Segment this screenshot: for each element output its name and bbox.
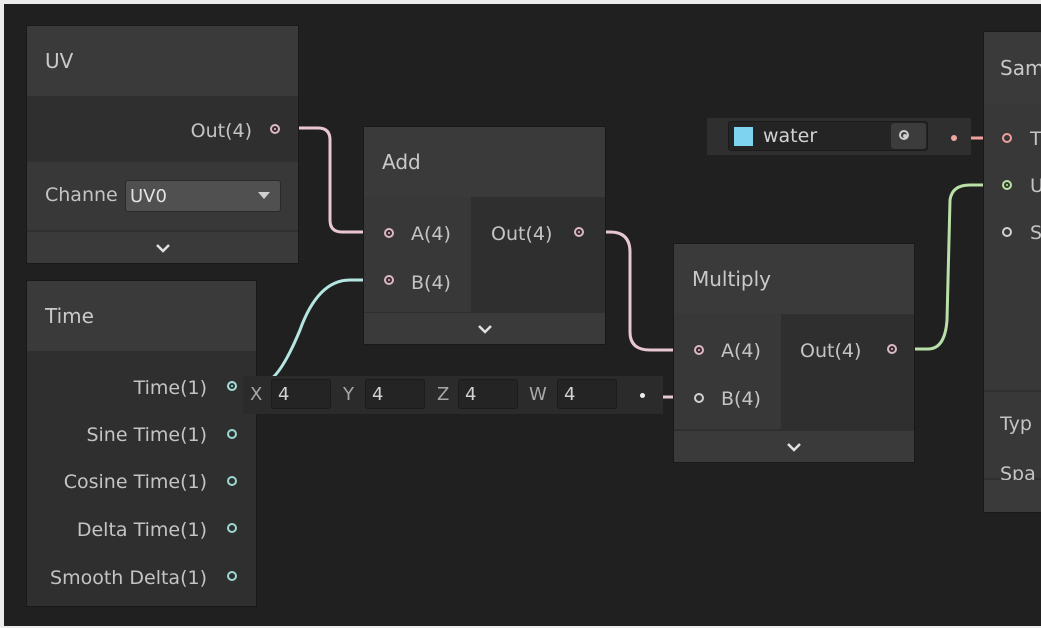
time-node[interactable]: Time Time(1) Sine Time(1) Cosine Time(1)… bbox=[27, 281, 256, 606]
y-axis-label: Y bbox=[343, 384, 354, 405]
multiply-out-label: Out(4) bbox=[800, 340, 862, 362]
x-axis-label: X bbox=[250, 384, 263, 405]
sample-u-port[interactable] bbox=[1002, 180, 1012, 190]
multiply-b-label: B(4) bbox=[721, 388, 761, 410]
x-value-field[interactable]: 4 bbox=[271, 379, 331, 409]
chevron-down-icon bbox=[787, 442, 801, 452]
multiply-a-port[interactable] bbox=[694, 345, 704, 355]
add-node-title: Add bbox=[382, 150, 421, 174]
uv-out-label: Out(4) bbox=[190, 120, 252, 142]
uv-out-port[interactable] bbox=[270, 124, 280, 134]
delta-time-label: Delta Time(1) bbox=[76, 519, 207, 541]
add-node-header[interactable]: Add bbox=[364, 127, 605, 197]
chevron-down-icon bbox=[477, 324, 492, 334]
target-icon[interactable] bbox=[891, 123, 926, 149]
w-value-field[interactable]: 4 bbox=[557, 379, 617, 409]
w-axis-label: W bbox=[529, 384, 547, 405]
add-b-port[interactable] bbox=[384, 275, 394, 285]
uv-channel-dropdown[interactable]: UV0 bbox=[125, 180, 281, 212]
smooth-delta-label: Smooth Delta(1) bbox=[50, 567, 207, 589]
sample-footer bbox=[984, 480, 1041, 512]
z-value: 4 bbox=[465, 383, 477, 405]
add-input-area: A(4) B(4) bbox=[364, 197, 471, 312]
sample-u-label: U bbox=[1030, 175, 1041, 197]
uv-channel-label: Channe bbox=[45, 184, 118, 206]
uv-settings-area: Channe UV0 bbox=[27, 162, 298, 230]
uv-channel-value: UV0 bbox=[130, 185, 167, 207]
vector-field-connector-dot bbox=[640, 393, 645, 398]
sample-t-label: T bbox=[1030, 128, 1041, 150]
time-node-title: Time bbox=[45, 304, 94, 328]
y-value: 4 bbox=[372, 383, 384, 405]
delta-time-port[interactable] bbox=[227, 523, 237, 533]
sine-time-label: Sine Time(1) bbox=[86, 424, 207, 446]
texture-inline-field: water bbox=[707, 118, 971, 155]
chevron-down-icon bbox=[155, 243, 170, 253]
sample-type-label: Typ bbox=[1000, 413, 1032, 435]
sample-texture-node[interactable]: Sam T U S Typ Spa bbox=[984, 32, 1041, 512]
uv-node-title: UV bbox=[45, 49, 74, 73]
sample-s-label: S bbox=[1030, 222, 1041, 244]
multiply-output-area: Out(4) bbox=[783, 314, 914, 429]
texture-connector-dot bbox=[951, 135, 957, 141]
add-output-area: Out(4) bbox=[473, 197, 605, 312]
add-a-port[interactable] bbox=[384, 228, 394, 238]
time-node-header[interactable]: Time bbox=[27, 281, 256, 351]
multiply-a-label: A(4) bbox=[721, 340, 761, 362]
multiply-node-title: Multiply bbox=[692, 267, 771, 291]
caret-down-icon bbox=[258, 192, 270, 199]
time-output-label: Time(1) bbox=[133, 377, 207, 399]
sample-node-title: Sam bbox=[1000, 56, 1041, 80]
multiply-input-area: A(4) B(4) bbox=[674, 314, 781, 429]
multiply-node-header[interactable]: Multiply bbox=[674, 244, 914, 314]
multiply-b-port[interactable] bbox=[694, 393, 704, 403]
sample-node-header[interactable]: Sam bbox=[984, 32, 1041, 104]
smooth-delta-port[interactable] bbox=[227, 571, 237, 581]
cosine-time-label: Cosine Time(1) bbox=[63, 471, 207, 493]
texture-thumbnail-icon bbox=[734, 127, 753, 146]
uv-output-area: Out(4) bbox=[27, 96, 298, 162]
add-out-label: Out(4) bbox=[491, 223, 553, 245]
x-value: 4 bbox=[278, 383, 290, 405]
y-value-field[interactable]: 4 bbox=[365, 379, 425, 409]
texture-object-field[interactable]: water bbox=[728, 121, 928, 151]
sine-time-port[interactable] bbox=[227, 429, 237, 439]
multiply-node[interactable]: Multiply A(4) B(4) Out(4) bbox=[674, 244, 914, 462]
time-output-area: Time(1) Sine Time(1) Cosine Time(1) Delt… bbox=[27, 351, 256, 606]
add-b-label: B(4) bbox=[411, 272, 451, 294]
uv-expand-button[interactable] bbox=[27, 232, 298, 263]
sample-input-area: T U S bbox=[984, 104, 1041, 390]
sample-s-port[interactable] bbox=[1002, 227, 1012, 237]
vector4-inline-field: X 4 Y 4 Z 4 W 4 bbox=[243, 376, 663, 414]
add-node[interactable]: Add A(4) B(4) Out(4) bbox=[364, 127, 605, 344]
sample-props-area: Typ Spa bbox=[984, 392, 1041, 485]
add-expand-button[interactable] bbox=[364, 313, 605, 344]
w-value: 4 bbox=[564, 383, 576, 405]
add-out-port[interactable] bbox=[574, 227, 584, 237]
z-axis-label: Z bbox=[437, 384, 450, 405]
texture-name: water bbox=[763, 125, 818, 147]
cosine-time-port[interactable] bbox=[227, 476, 237, 486]
multiply-out-port[interactable] bbox=[887, 344, 897, 354]
add-a-label: A(4) bbox=[411, 223, 451, 245]
sample-t-port[interactable] bbox=[1002, 133, 1012, 143]
multiply-expand-button[interactable] bbox=[674, 431, 914, 462]
uv-node-header[interactable]: UV bbox=[27, 26, 298, 96]
uv-node[interactable]: UV Out(4) Channe UV0 bbox=[27, 26, 298, 263]
time-output-port[interactable] bbox=[227, 381, 237, 391]
z-value-field[interactable]: 4 bbox=[458, 379, 518, 409]
